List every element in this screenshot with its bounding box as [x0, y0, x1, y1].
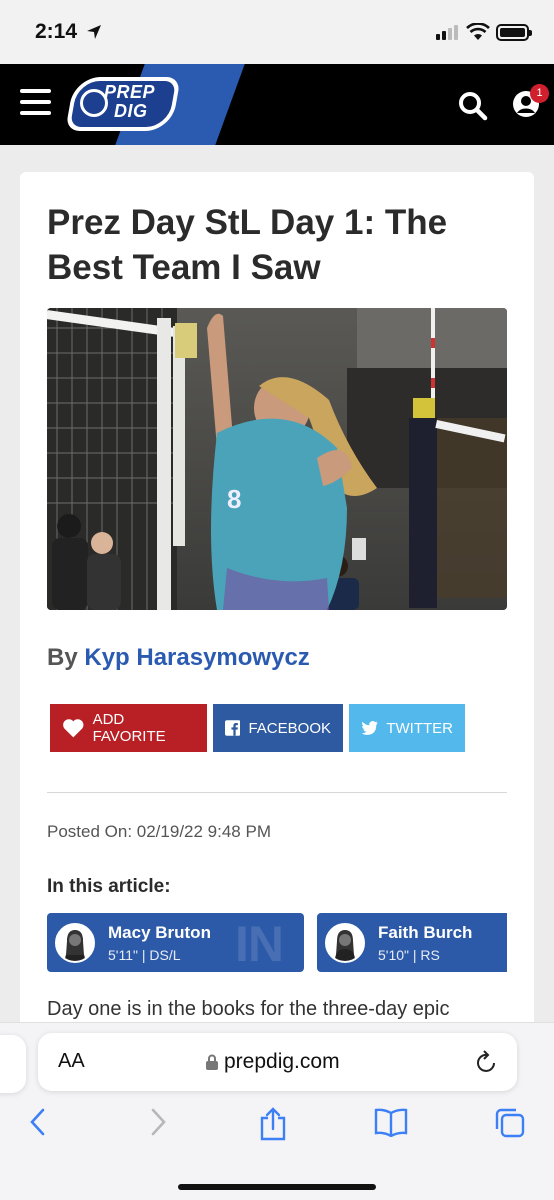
player-name: Faith Burch — [378, 923, 473, 942]
address-bar[interactable]: AA prepdig.com — [38, 1033, 517, 1091]
avatar — [55, 923, 95, 963]
logo-line1: PREP — [104, 82, 156, 102]
url-display[interactable]: prepdig.com — [206, 1050, 340, 1074]
article-title: Prez Day StL Day 1: The Best Team I Saw — [47, 203, 448, 287]
player-meta: 5'10" | RS — [378, 947, 440, 963]
site-header: PREP DIG 1 — [0, 64, 554, 145]
player-meta: 5'11" | DS/L — [108, 947, 181, 963]
home-indicator — [178, 1184, 376, 1190]
divider — [47, 792, 507, 793]
status-time: 2:14 — [35, 20, 78, 43]
article-card: Prez Day StL Day 1: The Best Team I Saw — [20, 172, 534, 1072]
svg-text:8: 8 — [227, 484, 241, 514]
menu-icon[interactable] — [20, 89, 51, 117]
browser-toolbar: AA prepdig.com — [0, 1022, 554, 1200]
player-carousel[interactable]: IN Macy Bruton 5'11" | DS/L Faith Burch … — [47, 913, 507, 973]
lock-icon — [206, 1054, 218, 1070]
share-buttons: ADD FAVORITE FACEBOOK TWITTER — [50, 704, 465, 752]
twitter-share-button[interactable]: TWITTER — [349, 704, 465, 752]
byline-prefix: By — [47, 644, 78, 671]
player-card-faith-burch[interactable]: Faith Burch 5'10" | RS — [317, 913, 507, 972]
facebook-label: FACEBOOK — [248, 719, 331, 737]
signal-icon — [436, 25, 458, 40]
avatar — [325, 923, 365, 963]
twitter-icon — [361, 721, 378, 735]
search-icon[interactable] — [458, 91, 488, 121]
text-size-button[interactable]: AA — [58, 1050, 85, 1073]
player-card-macy-bruton[interactable]: IN Macy Bruton 5'11" | DS/L — [47, 913, 304, 972]
add-favorite-label: ADD FAVORITE — [92, 711, 166, 745]
tabs-icon[interactable] — [494, 1107, 526, 1139]
in-article-heading: In this article: — [47, 876, 171, 897]
logo-line2: DIG — [114, 101, 148, 121]
facebook-share-button[interactable]: FACEBOOK — [213, 704, 343, 752]
wifi-icon — [466, 23, 490, 40]
posted-date: Posted On: 02/19/22 9:48 PM — [47, 822, 271, 841]
article-hero-image: 8 — [47, 308, 507, 610]
back-icon[interactable] — [28, 1107, 48, 1137]
player-name: Macy Bruton — [108, 923, 211, 942]
url-text: prepdig.com — [224, 1050, 340, 1073]
add-favorite-button[interactable]: ADD FAVORITE — [50, 704, 207, 752]
facebook-icon — [225, 720, 241, 736]
reload-icon[interactable] — [476, 1050, 498, 1074]
previous-tab[interactable] — [0, 1035, 26, 1093]
article-body: Day one is in the books for the three-da… — [47, 998, 450, 1020]
notification-badge: 1 — [530, 84, 549, 103]
byline: By Kyp Harasymowycz — [47, 644, 310, 672]
bookmarks-icon[interactable] — [374, 1107, 408, 1137]
prep-dig-logo[interactable]: PREP DIG — [65, 77, 181, 131]
location-arrow-icon — [87, 25, 101, 39]
player-watermark: IN — [235, 916, 284, 972]
battery-icon — [496, 24, 532, 41]
author-link[interactable]: Kyp Harasymowycz — [84, 644, 309, 671]
twitter-label: TWITTER — [386, 719, 453, 737]
status-bar: 2:14 — [0, 0, 554, 64]
safari-nav-bar — [0, 1107, 554, 1147]
heart-icon — [63, 719, 84, 738]
share-icon[interactable] — [258, 1107, 288, 1141]
forward-icon[interactable] — [148, 1107, 168, 1137]
